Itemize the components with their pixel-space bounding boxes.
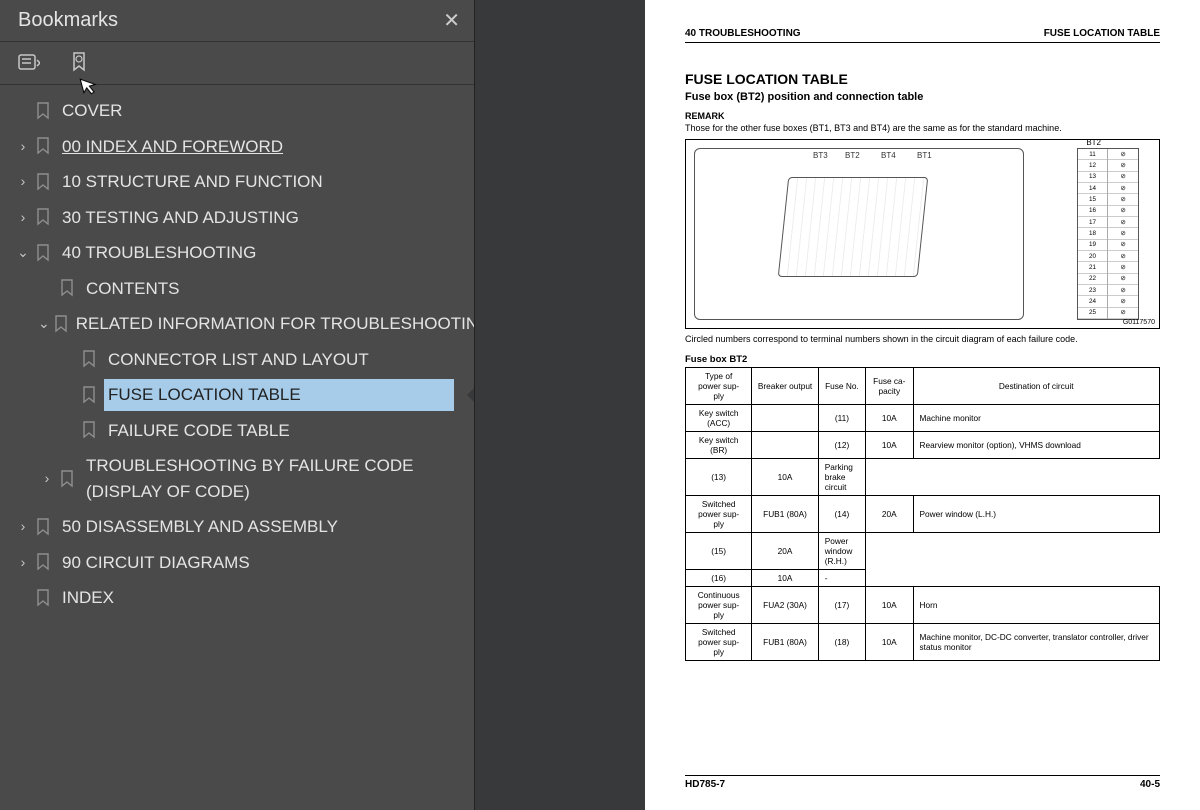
- close-icon[interactable]: ✕: [443, 8, 460, 33]
- bookmarks-title: Bookmarks: [18, 9, 118, 32]
- diagram-bt1-label: BT1: [917, 151, 932, 160]
- bookmark-label: CONNECTOR LIST AND LAYOUT: [108, 347, 468, 373]
- bookmark-icon: [82, 421, 100, 439]
- diagram-caption: Circled numbers correspond to terminal n…: [685, 334, 1160, 344]
- bookmark-item[interactable]: › TROUBLESHOOTING BY FAILURE CODE (DISPLA…: [0, 448, 474, 509]
- twist-icon[interactable]: ›: [14, 171, 32, 192]
- twist-icon[interactable]: ⌄: [38, 313, 50, 334]
- table-title: Fuse box BT2: [685, 354, 1160, 365]
- bookmark-label: COVER: [62, 98, 468, 124]
- bookmark-icon: [54, 315, 68, 333]
- bookmark-label: 40 TROUBLESHOOTING: [62, 240, 468, 266]
- bookmark-item[interactable]: COVER: [0, 93, 474, 129]
- bookmark-icon: [36, 518, 54, 536]
- bookmark-item[interactable]: › 90 CIRCUIT DIAGRAMS: [0, 545, 474, 581]
- fuse-diagram: BT3 BT2 BT4 BT1 BT2 11121314151617181920…: [685, 139, 1160, 329]
- bookmark-label: FUSE LOCATION TABLE: [108, 382, 468, 408]
- bookmark-icon: [36, 244, 54, 262]
- bookmark-item[interactable]: ⌄ 40 TROUBLESHOOTING: [0, 235, 474, 271]
- bookmark-icon: [60, 470, 78, 488]
- bookmark-item[interactable]: › 50 DISASSEMBLY AND ASSEMBLY: [0, 509, 474, 545]
- diagram-bt4-label: BT4: [881, 151, 896, 160]
- bookmark-icon: [36, 102, 54, 120]
- fuse-table: Type ofpower sup-plyBreaker outputFuse N…: [685, 367, 1160, 661]
- doc-subtitle: Fuse box (BT2) position and connection t…: [685, 91, 1160, 103]
- doc-title: FUSE LOCATION TABLE: [685, 71, 1160, 87]
- bookmark-ribbon-icon[interactable]: [68, 52, 90, 74]
- bookmarks-header: Bookmarks ✕: [0, 0, 474, 42]
- bookmark-label: RELATED INFORMATION FOR TROUBLESHOOTING: [76, 311, 474, 337]
- page-header-right: FUSE LOCATION TABLE: [1044, 28, 1160, 39]
- twist-icon[interactable]: ›: [38, 468, 56, 489]
- page-footer: HD785-7 40-5: [685, 775, 1160, 790]
- bt2-fuse-grid: 111213141516171819202122232425⊘⊘⊘⊘⊘⊘⊘⊘⊘⊘…: [1077, 148, 1139, 320]
- bookmark-icon: [36, 137, 54, 155]
- bookmark-label: TROUBLESHOOTING BY FAILURE CODE (DISPLAY…: [86, 453, 468, 504]
- diagram-bt2-label: BT2: [845, 151, 860, 160]
- bookmark-label: 10 STRUCTURE AND FUNCTION: [62, 169, 468, 195]
- footer-model: HD785-7: [685, 779, 725, 790]
- twist-icon[interactable]: ›: [14, 207, 32, 228]
- bookmark-item[interactable]: INDEX: [0, 580, 474, 616]
- bookmark-tree: COVER› 00 INDEX AND FOREWORD›10 STRUCTUR…: [0, 85, 474, 616]
- bookmark-item[interactable]: › 00 INDEX AND FOREWORD: [0, 129, 474, 165]
- bookmarks-toolbar: [0, 42, 474, 85]
- page-header-left: 40 TROUBLESHOOTING: [685, 28, 801, 39]
- bookmark-item[interactable]: CONNECTOR LIST AND LAYOUT: [0, 342, 474, 378]
- bookmark-item[interactable]: › 30 TESTING AND ADJUSTING: [0, 200, 474, 236]
- bookmark-item[interactable]: FUSE LOCATION TABLE: [0, 377, 474, 413]
- options-icon[interactable]: [18, 52, 40, 74]
- bookmark-icon: [36, 589, 54, 607]
- bookmark-label: 50 DISASSEMBLY AND ASSEMBLY: [62, 514, 468, 540]
- bookmark-label: 00 INDEX AND FOREWORD: [62, 134, 468, 160]
- viewer-background: [475, 0, 645, 810]
- bookmark-label: 90 CIRCUIT DIAGRAMS: [62, 550, 468, 576]
- bookmark-label: INDEX: [62, 585, 468, 611]
- twist-icon[interactable]: ›: [14, 136, 32, 157]
- bookmark-item[interactable]: › 10 STRUCTURE AND FUNCTION: [0, 164, 474, 200]
- remark-text: Those for the other fuse boxes (BT1, BT3…: [685, 123, 1160, 133]
- bookmark-icon: [82, 350, 100, 368]
- bookmark-icon: [36, 173, 54, 191]
- bookmark-label: CONTENTS: [86, 276, 468, 302]
- diagram-code: G0117570: [1123, 319, 1155, 326]
- bookmark-icon: [36, 553, 54, 571]
- bookmark-item[interactable]: CONTENTS: [0, 271, 474, 307]
- pdf-page: 40 TROUBLESHOOTING FUSE LOCATION TABLE F…: [645, 0, 1200, 810]
- diagram-bt3-label: BT3: [813, 151, 828, 160]
- twist-icon[interactable]: ›: [14, 552, 32, 573]
- bookmark-icon: [60, 279, 78, 297]
- bookmark-item[interactable]: FAILURE CODE TABLE: [0, 413, 474, 449]
- bookmark-label: FAILURE CODE TABLE: [108, 418, 468, 444]
- bookmark-icon: [36, 208, 54, 226]
- twist-icon[interactable]: ⌄: [14, 242, 32, 263]
- page-header: 40 TROUBLESHOOTING FUSE LOCATION TABLE: [685, 28, 1160, 43]
- bookmarks-panel: Bookmarks ✕ COVER › 00 INDEX AND FOREWORD…: [0, 0, 475, 810]
- bookmark-label: 30 TESTING AND ADJUSTING: [62, 205, 468, 231]
- bookmark-item[interactable]: ⌄ RELATED INFORMATION FOR TROUBLESHOOTING: [0, 306, 474, 342]
- footer-page: 40-5: [1140, 779, 1160, 790]
- diagram-bt2-top: BT2: [1086, 138, 1101, 147]
- remark-label: REMARK: [685, 111, 1160, 121]
- bookmark-icon: [82, 386, 100, 404]
- twist-icon[interactable]: ›: [14, 516, 32, 537]
